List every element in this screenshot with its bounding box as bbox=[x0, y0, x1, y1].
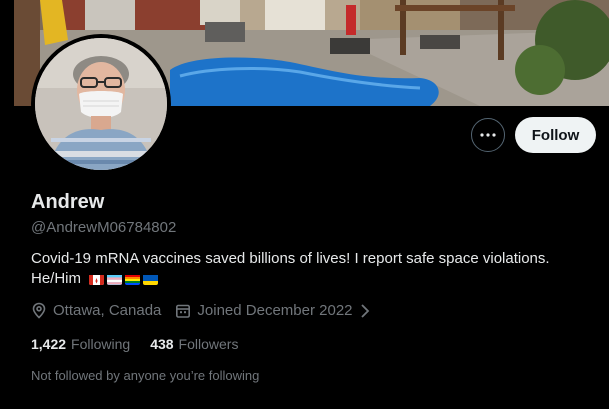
transgender-flag-icon bbox=[107, 273, 123, 285]
location-pin-icon bbox=[32, 302, 46, 319]
profile-stats: 1,422 Following 438 Followers bbox=[31, 336, 258, 352]
followers-link[interactable]: 438 Followers bbox=[150, 336, 238, 352]
location-text: Ottawa, Canada bbox=[53, 302, 162, 319]
follow-button[interactable]: Follow bbox=[515, 117, 596, 153]
chevron-right-icon bbox=[360, 303, 369, 318]
calendar-icon bbox=[176, 304, 191, 318]
more-dots-icon bbox=[480, 133, 496, 137]
profile-meta: Ottawa, Canada Joined December 2022 bbox=[31, 302, 392, 319]
location-item: Ottawa, Canada bbox=[31, 302, 161, 319]
joined-text: Joined December 2022 bbox=[197, 302, 353, 319]
rainbow-flag-icon bbox=[125, 273, 141, 285]
avatar[interactable] bbox=[35, 38, 167, 170]
more-options-button[interactable] bbox=[471, 118, 505, 152]
profile-bio: Covid-19 mRNA vaccines saved billions of… bbox=[31, 249, 591, 289]
ukraine-flag-icon bbox=[143, 273, 159, 285]
following-count: 1,422 bbox=[31, 336, 67, 352]
left-edge bbox=[0, 0, 14, 409]
following-label: Following bbox=[71, 336, 131, 352]
followers-label: Followers bbox=[178, 336, 239, 352]
joined-item[interactable]: Joined December 2022 bbox=[175, 302, 377, 319]
bio-flags bbox=[89, 273, 159, 285]
followed-by-note: Not followed by anyone you’re following bbox=[31, 368, 260, 383]
following-link[interactable]: 1,422 Following bbox=[31, 336, 130, 352]
profile-name: Andrew bbox=[31, 191, 105, 213]
canada-flag-icon bbox=[89, 273, 105, 285]
followers-count: 438 bbox=[150, 336, 174, 352]
profile-handle: @AndrewM06784802 bbox=[31, 219, 177, 236]
